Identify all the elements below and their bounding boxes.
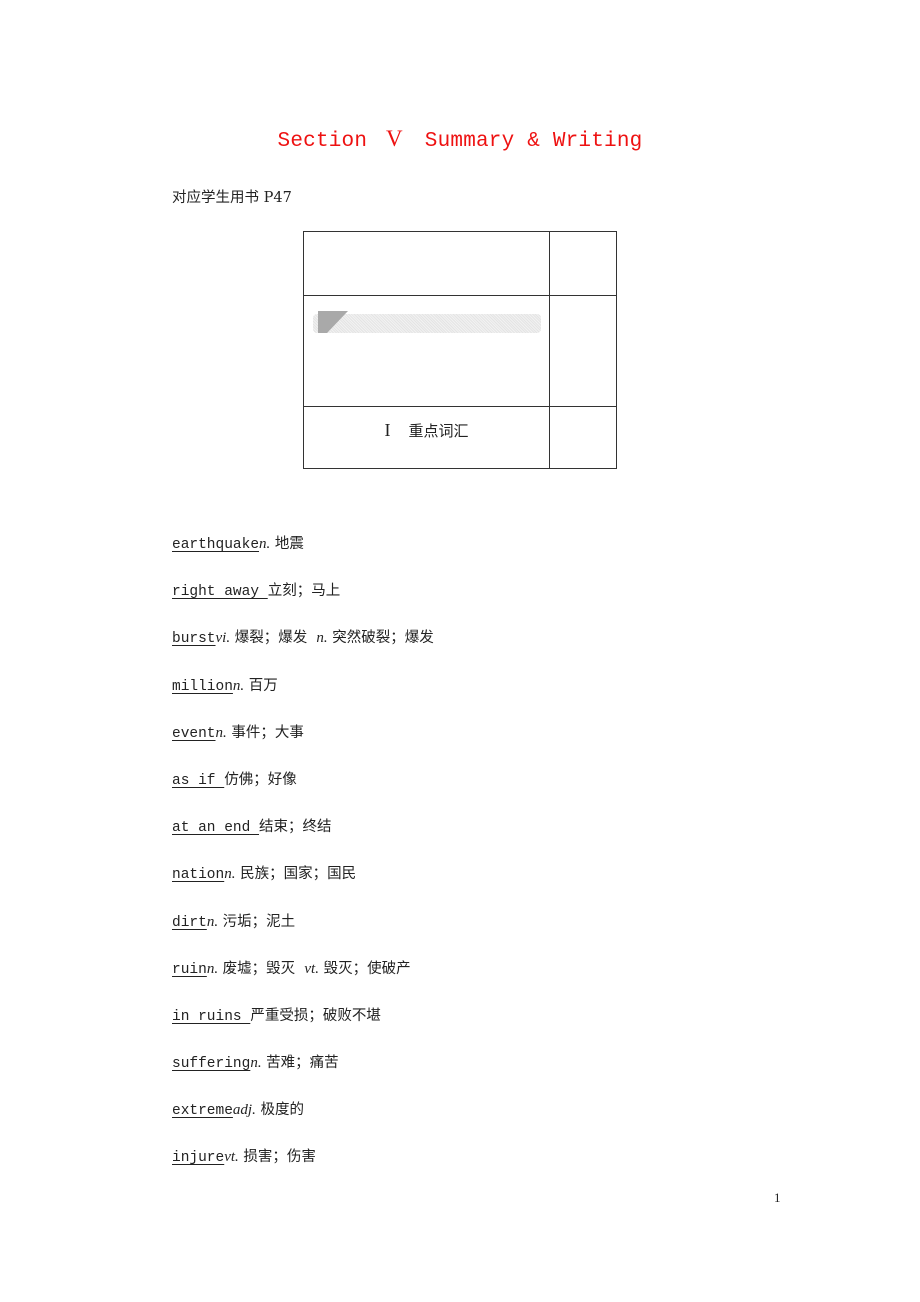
vocab-term: in ruins bbox=[172, 1008, 251, 1025]
vocab-definition: 百万 bbox=[244, 677, 278, 694]
vocab-part-of-speech: n. bbox=[250, 1055, 262, 1072]
vocab-part-of-speech: n. bbox=[215, 724, 227, 741]
vocab-term: million bbox=[172, 678, 233, 695]
vocab-term: dirt bbox=[172, 914, 207, 931]
box-divider-horizontal bbox=[304, 295, 616, 296]
section-header-box: I 重点词汇 bbox=[303, 231, 617, 469]
vocab-part-of-speech: n. bbox=[259, 536, 271, 552]
vocab-term: nation bbox=[172, 867, 225, 884]
vocab-definition: 地震 bbox=[270, 536, 304, 552]
vocab-term: right away bbox=[172, 584, 268, 601]
vocab-part-of-speech: vt. bbox=[304, 960, 319, 977]
vocab-item: at an end 结束；终结 bbox=[172, 815, 434, 862]
section-label: 重点词汇 bbox=[408, 422, 469, 440]
page-title: Section V Summary & Writing bbox=[0, 126, 920, 153]
textbook-reference: 对应学生用书 P47 bbox=[172, 190, 292, 206]
title-subtitle: Summary & Writing bbox=[424, 130, 643, 153]
vocab-term: ruin bbox=[172, 961, 207, 978]
vocab-term: as if bbox=[172, 772, 225, 789]
section-heading: I 重点词汇 bbox=[304, 420, 549, 441]
vocab-term: extreme bbox=[172, 1103, 233, 1120]
vocab-definition: 结束；终结 bbox=[259, 819, 332, 836]
vocab-definition: 事件；大事 bbox=[226, 724, 304, 741]
vocab-part-of-speech: n. bbox=[224, 866, 236, 883]
vocabulary-list: earthquaken. 地震 right away 立刻；马上 burstvi. … bbox=[172, 532, 434, 1193]
box-divider-vertical bbox=[549, 232, 550, 468]
vocab-item: right away 立刻；马上 bbox=[172, 579, 434, 626]
vocab-definition: 突然破裂；爆发 bbox=[327, 630, 434, 647]
banner-image bbox=[313, 314, 541, 333]
vocab-definition: 损害；伤害 bbox=[238, 1149, 316, 1166]
section-number: I bbox=[384, 420, 391, 440]
vocab-term: at an end bbox=[172, 820, 260, 837]
vocab-part-of-speech: vt. bbox=[224, 1149, 239, 1166]
box-divider-horizontal bbox=[304, 406, 616, 407]
vocab-definition: 民族；国家；国民 bbox=[235, 866, 357, 883]
vocab-item: sufferingn. 苦难；痛苦 bbox=[172, 1051, 434, 1098]
vocab-part-of-speech: n. bbox=[206, 960, 219, 977]
vocab-item: millionn. 百万 bbox=[172, 674, 434, 721]
vocab-term: suffering bbox=[172, 1056, 251, 1073]
vocab-item: extremeadj. 极度的 bbox=[172, 1098, 434, 1145]
vocab-item: dirtn. 污垢；泥土 bbox=[172, 910, 434, 957]
vocab-item: burstvi. 爆裂；爆发 n. 突然破裂；爆发 bbox=[172, 626, 434, 673]
vocab-definition: 爆裂；爆发 bbox=[230, 630, 317, 647]
vocab-part-of-speech: adj. bbox=[232, 1102, 256, 1119]
vocab-definition: 污垢；泥土 bbox=[218, 913, 296, 930]
vocab-definition: 苦难；痛苦 bbox=[261, 1055, 339, 1072]
vocab-part-of-speech: n. bbox=[232, 677, 245, 694]
vocab-definition: 仿佛；好像 bbox=[224, 771, 297, 788]
page-number: 1 bbox=[774, 1190, 781, 1205]
vocab-term: injure bbox=[172, 1150, 225, 1167]
vocab-item: ruinn. 废墟；毁灭 vt. 毁灭；使破产 bbox=[172, 957, 434, 1004]
vocab-part-of-speech: n. bbox=[316, 630, 328, 647]
vocab-item: in ruins 严重受损；破败不堪 bbox=[172, 1004, 434, 1051]
vocab-item: eventn. 事件；大事 bbox=[172, 721, 434, 768]
vocab-definition: 极度的 bbox=[255, 1102, 304, 1119]
vocab-part-of-speech: n. bbox=[206, 913, 219, 930]
vocab-definition: 严重受损；破败不堪 bbox=[250, 1007, 381, 1024]
title-roman-numeral: V bbox=[385, 126, 403, 151]
title-section-word: Section bbox=[277, 130, 368, 153]
vocab-item: as if 仿佛；好像 bbox=[172, 768, 434, 815]
vocab-item: nationn. 民族；国家；国民 bbox=[172, 862, 434, 909]
vocab-term: event bbox=[172, 725, 216, 742]
vocab-definition: 立刻；马上 bbox=[267, 583, 341, 600]
vocab-term: earthquake bbox=[172, 537, 260, 553]
vocab-item: earthquaken. 地震 bbox=[172, 532, 434, 579]
vocab-item: injurevt. 损害；伤害 bbox=[172, 1145, 434, 1192]
vocab-term: burst bbox=[172, 631, 216, 648]
vocab-definition: 废墟；毁灭 bbox=[218, 960, 305, 977]
vocab-part-of-speech: vi. bbox=[215, 630, 231, 647]
vocab-definition: 毁灭；使破产 bbox=[318, 960, 411, 977]
